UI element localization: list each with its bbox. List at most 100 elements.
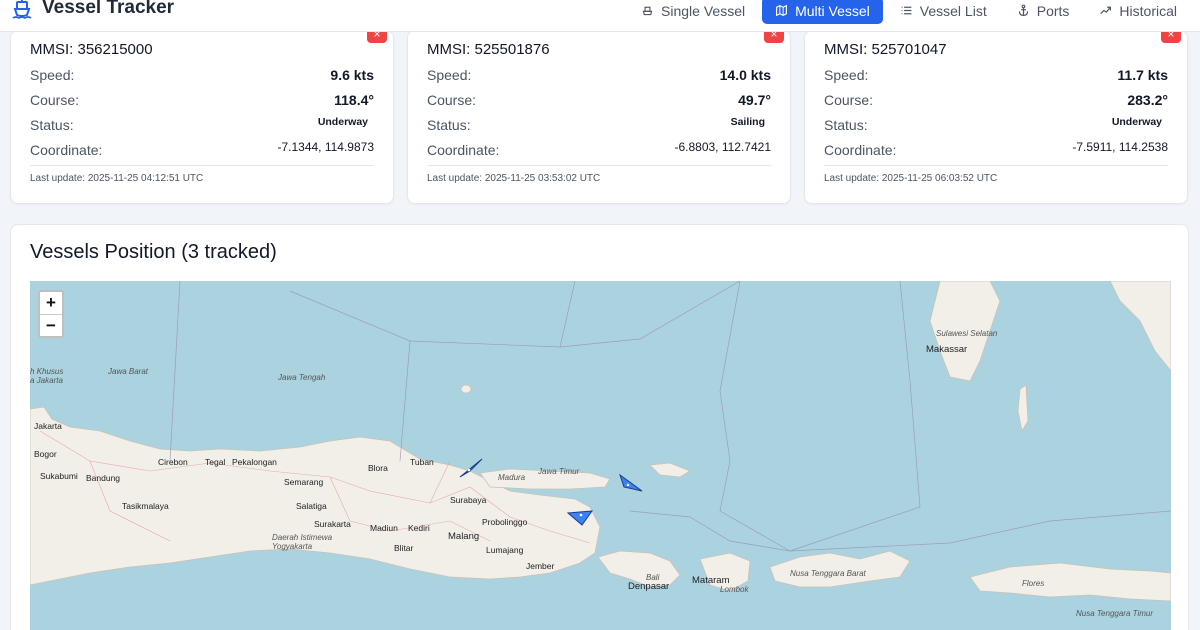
app-title: Vessel Tracker	[42, 0, 175, 18]
place-label: Bandung	[86, 473, 121, 483]
place-label: Sukabumi	[40, 471, 78, 481]
zoom-control: + −	[38, 290, 64, 338]
course-label: Course:	[824, 92, 874, 108]
place-label: Salatiga	[296, 501, 327, 511]
place-label: Jawa Tengah	[278, 373, 326, 382]
place-label: Probolinggo	[482, 517, 528, 527]
status-label: Status:	[30, 117, 74, 133]
coordinate-value: -7.5911, 114.2538	[1072, 140, 1168, 154]
sulawesi-east	[1109, 281, 1171, 372]
nav-label: Multi Vessel	[795, 2, 870, 19]
course-label: Course:	[30, 92, 80, 108]
vessel-card: × MMSI: 525701047 Speed: 11.7 kts Course:…	[804, 25, 1188, 204]
divider	[427, 165, 771, 166]
coordinate-label: Coordinate:	[30, 142, 103, 158]
place-label: Sulawesi Selatan	[936, 329, 998, 338]
divider	[30, 165, 374, 166]
zoom-out-button[interactable]: −	[40, 314, 62, 336]
place-label: Lumajang	[486, 545, 524, 555]
anchor-icon	[1018, 4, 1028, 16]
course-value: 283.2°	[1127, 92, 1168, 108]
selayar-island	[1017, 384, 1029, 433]
place-label: Bogor	[34, 449, 57, 459]
ship-icon	[642, 6, 653, 16]
place-label: Jakarta	[34, 421, 62, 431]
place-label: Nusa Tenggara Barat	[790, 569, 866, 578]
vessel-marker[interactable]	[618, 473, 644, 495]
place-label: Malang	[448, 531, 480, 542]
place-label: h Khusus a Jakarta	[30, 367, 64, 385]
speed-label: Speed:	[824, 67, 869, 83]
coordinate-label: Coordinate:	[427, 142, 500, 158]
place-label: Cirebon	[158, 457, 188, 467]
place-label: Surakarta	[314, 519, 351, 529]
nav-label: Ports	[1036, 2, 1070, 19]
vessel-mmsi: MMSI: 525501876	[427, 41, 550, 58]
map-title: Vessels Position (3 tracked)	[30, 241, 277, 263]
coordinate-value: -7.1344, 114.9873	[277, 140, 374, 154]
vessel-marker[interactable]	[566, 509, 594, 527]
course-label: Course:	[427, 92, 477, 108]
speed-value: 9.6 kts	[330, 67, 374, 83]
nav-single-vessel[interactable]: Single Vessel	[628, 0, 758, 24]
place-label: Lombok	[720, 585, 749, 594]
trend-icon	[1100, 6, 1112, 15]
flores-island	[969, 562, 1171, 602]
map-icon	[776, 4, 788, 17]
status-value: Sailing	[730, 116, 765, 128]
place-label: Flores	[1022, 579, 1045, 588]
coordinate-label: Coordinate:	[824, 142, 897, 158]
vessel-marker[interactable]	[458, 457, 484, 479]
place-label: Surabaya	[450, 495, 487, 505]
last-update: Last update: 2025-11-25 04:12:51 UTC	[30, 173, 204, 184]
place-label: Daerah Istimewa Yogyakarta	[272, 533, 333, 551]
place-label: Madiun	[370, 523, 398, 533]
speed-label: Speed:	[30, 67, 75, 83]
speed-value: 11.7 kts	[1117, 67, 1168, 83]
nav-label: Vessel List	[919, 2, 987, 19]
last-update: Last update: 2025-11-25 03:53:02 UTC	[427, 173, 601, 184]
course-row: Course: 118.4°	[30, 90, 374, 110]
vessel-map[interactable]: + − Sulawesi Selatan Makassar h Khusus a…	[30, 281, 1171, 630]
coordinate-row: Coordinate: -7.5911, 114.2538	[824, 140, 1168, 160]
nav-label: Historical	[1119, 2, 1177, 19]
status-value: Underway	[1111, 116, 1162, 128]
nav-vessel-list[interactable]: Vessel List	[887, 0, 1000, 24]
divider	[824, 165, 1168, 166]
brand[interactable]: Vessel Tracker	[10, 0, 174, 20]
place-label: Makassar	[926, 344, 968, 355]
place-label: Jember	[526, 561, 555, 571]
place-label: Kediri	[408, 523, 430, 533]
vessel-card: × MMSI: 525501876 Speed: 14.0 kts Course:…	[407, 25, 791, 204]
zoom-in-button[interactable]: +	[40, 292, 62, 314]
list-icon	[901, 6, 912, 15]
place-label: Nusa Tenggara Timur	[1076, 609, 1154, 618]
place-label: Tegal	[205, 457, 226, 467]
status-row: Status: Underway	[824, 115, 1168, 135]
ship-logo-icon	[12, 0, 32, 19]
kangean-islands	[649, 462, 691, 478]
place-label: Tuban	[410, 457, 434, 467]
status-row: Status: Underway	[30, 115, 374, 135]
java-island	[30, 406, 601, 586]
nav-ports[interactable]: Ports	[1004, 0, 1083, 24]
course-row: Course: 49.7°	[427, 90, 771, 110]
place-label: Pekalongan	[232, 457, 277, 467]
coordinate-row: Coordinate: -6.8803, 112.7421	[427, 140, 771, 160]
map-panel: Vessels Position (3 tracked) + − Sulawes…	[10, 224, 1189, 630]
course-value: 49.7°	[738, 92, 771, 108]
place-label: Semarang	[284, 477, 324, 487]
speed-row: Speed: 11.7 kts	[824, 65, 1168, 85]
vessel-mmsi: MMSI: 525701047	[824, 41, 947, 58]
course-row: Course: 283.2°	[824, 90, 1168, 110]
nav-multi-vessel[interactable]: Multi Vessel	[762, 0, 883, 24]
bawean-island	[460, 384, 472, 394]
vessel-card: × MMSI: 356215000 Speed: 9.6 kts Course: 1…	[10, 25, 394, 204]
speed-value: 14.0 kts	[719, 67, 771, 83]
course-value: 118.4°	[334, 92, 374, 108]
main-nav: Single Vessel Multi Vessel Vessel List P…	[628, 0, 1190, 24]
place-label: Tasikmalaya	[122, 501, 169, 511]
place-label: Jawa Timur	[538, 467, 580, 476]
nav-historical[interactable]: Historical	[1086, 0, 1190, 24]
status-value: Underway	[317, 116, 368, 128]
